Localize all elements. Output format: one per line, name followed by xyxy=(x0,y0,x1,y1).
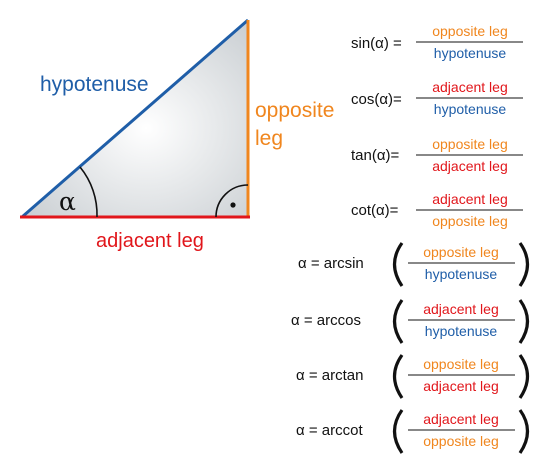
trig-diagram: hypotenuse opposite leg adjacent leg α s… xyxy=(0,0,544,458)
left-paren xyxy=(392,409,404,454)
formula-lhs: cot(α)= xyxy=(351,202,399,219)
formula-numerator: adjacent leg xyxy=(432,79,508,95)
left-paren xyxy=(392,354,404,399)
opposite-label-line2: leg xyxy=(255,127,283,150)
inverse-formula-arcsin: α = arcsin opposite leg hypotenuse xyxy=(298,242,530,287)
formula-numerator: opposite leg xyxy=(432,23,508,39)
inverse-lhs: α = arcsin xyxy=(298,255,364,272)
inverse-denominator: hypotenuse xyxy=(425,323,498,339)
formula-numerator: opposite leg xyxy=(432,136,508,152)
right-paren xyxy=(518,354,530,399)
diagram-canvas: hypotenuse opposite leg adjacent leg α s… xyxy=(20,18,530,454)
inverse-denominator: adjacent leg xyxy=(423,378,499,394)
right-paren xyxy=(518,242,530,287)
inverse-formula-arccot: α = arccot adjacent leg opposite leg xyxy=(296,409,530,454)
right-angle-dot xyxy=(230,202,236,208)
ratio-formula-cot: cot(α)= adjacent leg opposite leg xyxy=(351,191,523,229)
inverse-lhs: α = arccos xyxy=(291,312,361,329)
formula-denominator: adjacent leg xyxy=(432,158,508,174)
right-paren xyxy=(518,299,530,344)
left-paren xyxy=(392,242,404,287)
adjacent-label: adjacent leg xyxy=(96,230,204,252)
inverse-numerator: adjacent leg xyxy=(423,301,499,317)
inverse-formula-arctan: α = arctan opposite leg adjacent leg xyxy=(296,354,530,399)
inverse-lhs: α = arctan xyxy=(296,367,363,384)
inverse-denominator: hypotenuse xyxy=(425,266,498,282)
hypotenuse-label: hypotenuse xyxy=(40,73,149,96)
inverse-denominator: opposite leg xyxy=(423,433,499,449)
opposite-label-line1: opposite xyxy=(255,99,334,122)
formula-numerator: adjacent leg xyxy=(432,191,508,207)
inverse-formula-arccos: α = arccos adjacent leg hypotenuse xyxy=(291,299,530,344)
formula-denominator: hypotenuse xyxy=(434,101,507,117)
inverse-numerator: opposite leg xyxy=(423,356,499,372)
formula-lhs: sin(α) = xyxy=(351,35,402,52)
formula-lhs: cos(α)= xyxy=(351,91,402,108)
formula-lhs: tan(α)= xyxy=(351,147,400,164)
right-triangle xyxy=(20,18,250,219)
inverse-numerator: opposite leg xyxy=(423,244,499,260)
formula-denominator: hypotenuse xyxy=(434,45,507,61)
right-paren xyxy=(518,409,530,454)
angle-alpha-label: α xyxy=(59,187,76,216)
formula-denominator: opposite leg xyxy=(432,213,508,229)
ratio-formula-cos: cos(α)= adjacent leg hypotenuse xyxy=(351,79,523,117)
inverse-numerator: adjacent leg xyxy=(423,411,499,427)
left-paren xyxy=(392,299,404,344)
ratio-formula-tan: tan(α)= opposite leg adjacent leg xyxy=(351,136,523,174)
ratio-formula-sin: sin(α) = opposite leg hypotenuse xyxy=(351,23,523,61)
inverse-lhs: α = arccot xyxy=(296,422,363,439)
